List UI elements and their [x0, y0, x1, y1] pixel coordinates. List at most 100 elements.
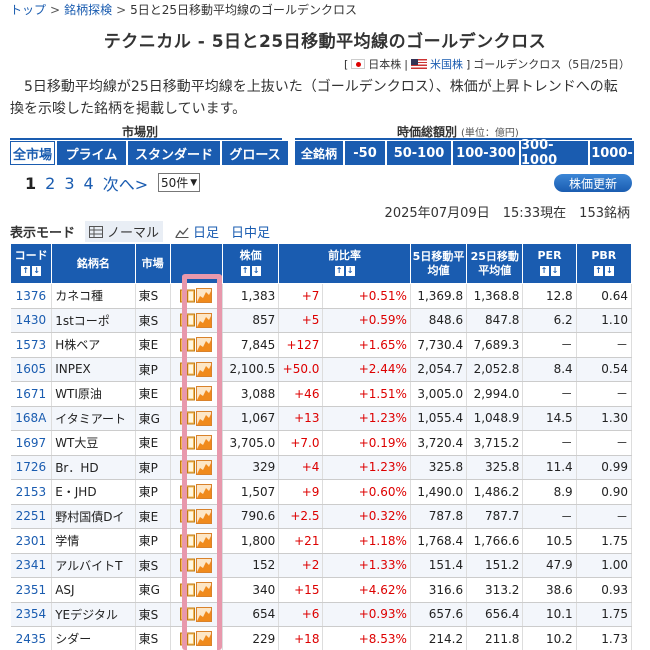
book-icon[interactable] [180, 338, 196, 352]
market-prime-button[interactable]: プライム [57, 141, 126, 165]
stock-code-link[interactable]: 2301 [16, 534, 47, 548]
market-all-button[interactable]: 全市場 [10, 141, 55, 165]
page-3-link[interactable]: 3 [64, 174, 74, 193]
chart-icon[interactable] [196, 508, 213, 524]
sort-desc-icon[interactable]: ↓ [345, 266, 355, 276]
chart-icon[interactable] [196, 435, 213, 451]
per-page-select[interactable]: 50件 ▼ [158, 173, 201, 192]
book-icon[interactable] [180, 362, 196, 376]
chart-icon[interactable] [196, 337, 213, 353]
stock-name[interactable]: INPEX [51, 357, 136, 382]
sort-desc-icon[interactable]: ↓ [32, 266, 42, 276]
stock-code-link[interactable]: 1605 [16, 362, 47, 376]
sort-desc-icon[interactable]: ↓ [604, 266, 614, 276]
stock-name[interactable]: WT大豆 [51, 430, 136, 456]
cap-300-1000-button[interactable]: 300-1000 [521, 138, 588, 168]
page-4-link[interactable]: 4 [84, 174, 94, 193]
mode-daily-tab[interactable]: 日足 [175, 222, 219, 241]
mode-intraday-tab[interactable]: 日中足 [231, 222, 270, 241]
stock-code-link[interactable]: 1376 [16, 289, 47, 303]
next-page-link[interactable]: 次へ> [103, 171, 148, 195]
stock-code-link[interactable]: 1430 [16, 313, 47, 327]
breadcrumb-top-link[interactable]: トップ [10, 3, 46, 17]
book-icon[interactable] [180, 558, 196, 572]
chart-icon[interactable] [196, 606, 213, 622]
ma25-cell: 2,052.8 [466, 357, 524, 382]
breadcrumb-stock-search-link[interactable]: 銘柄探検 [64, 3, 112, 17]
market-standard-button[interactable]: スタンダード [128, 141, 220, 165]
stock-name[interactable]: ASJ [51, 577, 136, 603]
chart-icon[interactable] [196, 288, 213, 304]
japan-stocks-link[interactable]: 日本株 [368, 56, 401, 72]
stock-name[interactable]: WTI原油 [51, 381, 136, 407]
sort-asc-icon[interactable]: ↑ [240, 266, 250, 276]
book-icon[interactable] [180, 485, 196, 499]
book-icon[interactable] [180, 583, 196, 597]
stock-code-link[interactable]: 1697 [16, 436, 47, 450]
stock-code-link[interactable]: 2351 [16, 583, 47, 597]
stock-code-link[interactable]: 1726 [16, 460, 47, 474]
cap-all-button[interactable]: 全銘柄 [295, 141, 343, 165]
stock-name[interactable]: E・JHD [51, 479, 136, 505]
update-prices-button[interactable]: 株価更新 [554, 174, 632, 192]
stock-name[interactable]: シダー [51, 626, 136, 650]
stock-code-link[interactable]: 2251 [16, 509, 47, 523]
chart-icon[interactable] [196, 631, 213, 647]
stock-code-link[interactable]: 2435 [16, 632, 47, 646]
stock-code-link[interactable]: 1671 [16, 387, 47, 401]
book-icon[interactable] [180, 460, 196, 474]
stock-code-link[interactable]: 2354 [16, 607, 47, 621]
stock-name[interactable]: イタミアート [51, 406, 136, 431]
price-cell: 1,507 [222, 479, 280, 505]
icons-cell [170, 430, 223, 456]
book-icon[interactable] [180, 534, 196, 548]
chart-icon[interactable] [196, 533, 213, 549]
book-icon[interactable] [180, 411, 196, 425]
pbr-cell: 1.75 [576, 602, 633, 627]
sort-asc-icon[interactable]: ↑ [21, 266, 31, 276]
book-icon[interactable] [180, 436, 196, 450]
page-2-link[interactable]: 2 [45, 174, 55, 193]
book-icon[interactable] [180, 387, 196, 401]
chart-icon[interactable] [196, 410, 213, 426]
stock-name[interactable]: 学情 [51, 528, 136, 554]
per-cell: 47.9 [522, 553, 577, 578]
stock-name[interactable]: Br．HD [51, 455, 136, 480]
chart-icon[interactable] [196, 361, 213, 377]
cap-50-100-button[interactable]: 50-100 [387, 141, 451, 165]
stock-name[interactable]: 野村国債Dイ [51, 504, 136, 529]
book-icon[interactable] [180, 509, 196, 523]
book-icon[interactable] [180, 289, 196, 303]
stock-code-link[interactable]: 1573 [16, 338, 47, 352]
header-name: 銘柄名 [51, 243, 136, 284]
stock-name[interactable]: カネコ種 [51, 283, 136, 309]
stock-code-link[interactable]: 2341 [16, 558, 47, 572]
chart-icon[interactable] [196, 582, 213, 598]
chart-icon[interactable] [196, 312, 213, 328]
stock-name[interactable]: 1stコーポ [51, 308, 136, 333]
stock-name[interactable]: アルバイトT [51, 553, 136, 578]
chart-icon[interactable] [196, 459, 213, 475]
sort-asc-icon[interactable]: ↑ [539, 266, 549, 276]
stock-name[interactable]: YEデジタル [51, 602, 136, 627]
change-pct-cell: +0.59% [322, 308, 411, 333]
us-stocks-link[interactable]: 米国株 [430, 56, 463, 72]
stock-code-link[interactable]: 2153 [16, 485, 47, 499]
sort-desc-icon[interactable]: ↓ [550, 266, 560, 276]
market-growth-button[interactable]: グロース [222, 141, 288, 165]
book-icon[interactable] [180, 313, 196, 327]
sort-desc-icon[interactable]: ↓ [251, 266, 261, 276]
cap-over-1000-button[interactable]: 1000- [590, 141, 634, 165]
book-icon[interactable] [180, 607, 196, 621]
book-icon[interactable] [180, 632, 196, 646]
stock-name[interactable]: H株ベア [51, 332, 136, 358]
sort-asc-icon[interactable]: ↑ [334, 266, 344, 276]
cap-under-50-button[interactable]: -50 [345, 141, 385, 165]
cap-100-300-button[interactable]: 100-300 [453, 141, 519, 165]
chart-icon[interactable] [196, 557, 213, 573]
mode-normal-tab[interactable]: ノーマル [85, 221, 164, 242]
chart-icon[interactable] [196, 484, 213, 500]
sort-asc-icon[interactable]: ↑ [593, 266, 603, 276]
chart-icon[interactable] [196, 386, 213, 402]
stock-code-link[interactable]: 168A [15, 411, 46, 425]
